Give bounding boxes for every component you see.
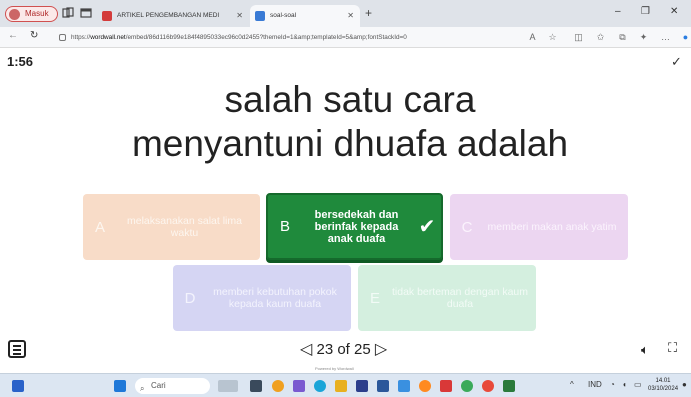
taskbar-search[interactable]: ⌕ Cari <box>135 378 210 394</box>
more-icon[interactable]: … <box>660 32 671 43</box>
menu-icon[interactable] <box>8 340 26 358</box>
plus-icon[interactable]: + <box>365 6 372 20</box>
tab-soal[interactable]: soal-soal ✕ <box>250 5 360 27</box>
weather-icon[interactable] <box>218 380 238 392</box>
favorites-bar-icon[interactable]: ✩ <box>595 32 606 43</box>
windows-taskbar: ⌕ Cari ^ IND ◔ ◖ ▭ 14.01 03/10/2024 ● <box>0 373 691 397</box>
workspaces-icon[interactable] <box>62 7 74 19</box>
answer-letter: A <box>94 218 105 236</box>
tab-artikel[interactable]: ARTIKEL PENGEMBANGAN MEDI ✕ <box>97 5 249 27</box>
clock[interactable]: 14.01 03/10/2024 <box>648 377 678 393</box>
answer-letter: C <box>461 218 473 236</box>
firefox-icon[interactable] <box>419 380 431 392</box>
answer-letter: B <box>279 218 290 235</box>
chrome-icon[interactable] <box>482 380 494 392</box>
copilot-icon[interactable]: ● <box>680 32 691 43</box>
search-icon: ⌕ <box>140 384 145 393</box>
answer-option-d[interactable]: D memberi kebutuhan pokok kepada kaum du… <box>173 265 351 331</box>
answer-option-c[interactable]: C memberi makan anak yatim <box>450 194 628 260</box>
answer-option-b[interactable]: B bersedekah dan berinfak kepada anak du… <box>266 193 443 260</box>
app-icon[interactable] <box>356 380 368 392</box>
lock-icon <box>59 34 66 41</box>
volume-icon[interactable]: ◖ <box>622 380 627 389</box>
correct-check-icon: ✔ <box>418 216 436 238</box>
app-icon[interactable] <box>440 380 452 392</box>
next-arrow-icon[interactable]: ▷ <box>375 339 387 359</box>
sound-icon[interactable]: 🔈︎ <box>641 342 649 358</box>
tab-title: soal-soal <box>270 12 297 19</box>
notification-icon[interactable]: ● <box>682 380 687 389</box>
edge-icon[interactable] <box>314 380 326 392</box>
teams-icon[interactable] <box>293 380 305 392</box>
answer-option-e[interactable]: E tidak berteman dengan kaum duafa <box>358 265 536 331</box>
answer-text: melaksanakan salat lima waktu <box>127 215 242 239</box>
browser-tab-bar: Masuk ARTIKEL PENGEMBANGAN MEDI ✕ soal-s… <box>0 0 691 27</box>
answer-letter: D <box>184 289 196 307</box>
close-window-icon[interactable]: ✕ <box>670 6 678 17</box>
mail-icon[interactable] <box>398 380 410 392</box>
tab-actions-icon[interactable] <box>80 7 92 19</box>
wordwall-icon <box>255 11 265 21</box>
wifi-icon[interactable]: ◔ <box>610 380 615 389</box>
screen: Masuk ARTIKEL PENGEMBANGAN MEDI ✕ soal-s… <box>0 0 691 397</box>
profile-label: Masuk <box>25 9 49 18</box>
question-line: menyantuni dhuafa adalah <box>131 123 569 164</box>
fullscreen-icon[interactable]: ⛶ <box>668 340 677 356</box>
powered-by: Powered by Wordwall <box>315 366 354 371</box>
answer-letter: E <box>369 289 380 307</box>
quiz-controls: ◁ 23 of 25 ▷ 🔈︎ ⛶ <box>0 334 691 364</box>
widgets-icon[interactable] <box>12 380 24 392</box>
split-screen-icon[interactable]: ◫ <box>573 32 584 43</box>
tab-title: ARTIKEL PENGEMBANGAN MEDI <box>117 12 220 19</box>
answer-text: bersedekah dan berinfak kepada anak duaf… <box>314 208 399 245</box>
answer-option-a[interactable]: A melaksanakan salat lima waktu <box>83 194 260 260</box>
refresh-icon[interactable]: ↻ <box>30 30 38 41</box>
profile-button[interactable]: Masuk <box>5 6 58 22</box>
answer-text: tidak berteman dengan kaum duafa <box>392 286 529 310</box>
check-icon: ✓ <box>671 54 682 69</box>
close-tab-icon[interactable]: ✕ <box>236 5 243 27</box>
question-text: salah satu cara menyantuni dhuafa adalah <box>40 78 660 166</box>
minimize-icon[interactable]: – <box>615 6 621 17</box>
chrome-icon[interactable] <box>272 380 284 392</box>
whatsapp-icon[interactable] <box>461 380 473 392</box>
excel-icon[interactable] <box>503 380 515 392</box>
answer-text: memberi kebutuhan pokok kepada kaum duaf… <box>213 286 337 310</box>
question-line: salah satu cara <box>224 79 476 120</box>
extensions-icon[interactable]: ✦ <box>638 32 649 43</box>
restore-icon[interactable]: ❐ <box>641 6 650 17</box>
close-tab-icon[interactable]: ✕ <box>347 5 354 27</box>
prev-arrow-icon[interactable]: ◁ <box>300 339 312 359</box>
collections-icon[interactable]: ⧉ <box>617 32 628 43</box>
start-icon[interactable] <box>114 380 126 392</box>
answer-text: memberi makan anak yatim <box>487 221 617 233</box>
favorite-icon[interactable]: ☆ <box>547 32 558 43</box>
page-counter: 23 of 25 <box>316 340 371 358</box>
word-icon[interactable] <box>377 380 389 392</box>
read-aloud-icon[interactable]: A <box>527 32 538 43</box>
url-field[interactable]: https://wordwall.net/embed/86d116b99e184… <box>55 30 515 45</box>
battery-icon[interactable]: ▭ <box>634 380 642 389</box>
timer: 1:56 <box>7 54 34 69</box>
language-icon[interactable]: IND <box>588 380 602 389</box>
address-bar-row: ← ↻ https://wordwall.net/embed/86d116b99… <box>0 27 691 48</box>
chevron-up-icon[interactable]: ^ <box>570 380 574 389</box>
task-view-icon[interactable] <box>250 380 262 392</box>
pdf-icon <box>102 11 112 21</box>
pager: ◁ 23 of 25 ▷ <box>300 339 387 359</box>
back-icon[interactable]: ← <box>8 30 18 41</box>
avatar <box>9 9 20 20</box>
file-explorer-icon[interactable] <box>335 380 347 392</box>
